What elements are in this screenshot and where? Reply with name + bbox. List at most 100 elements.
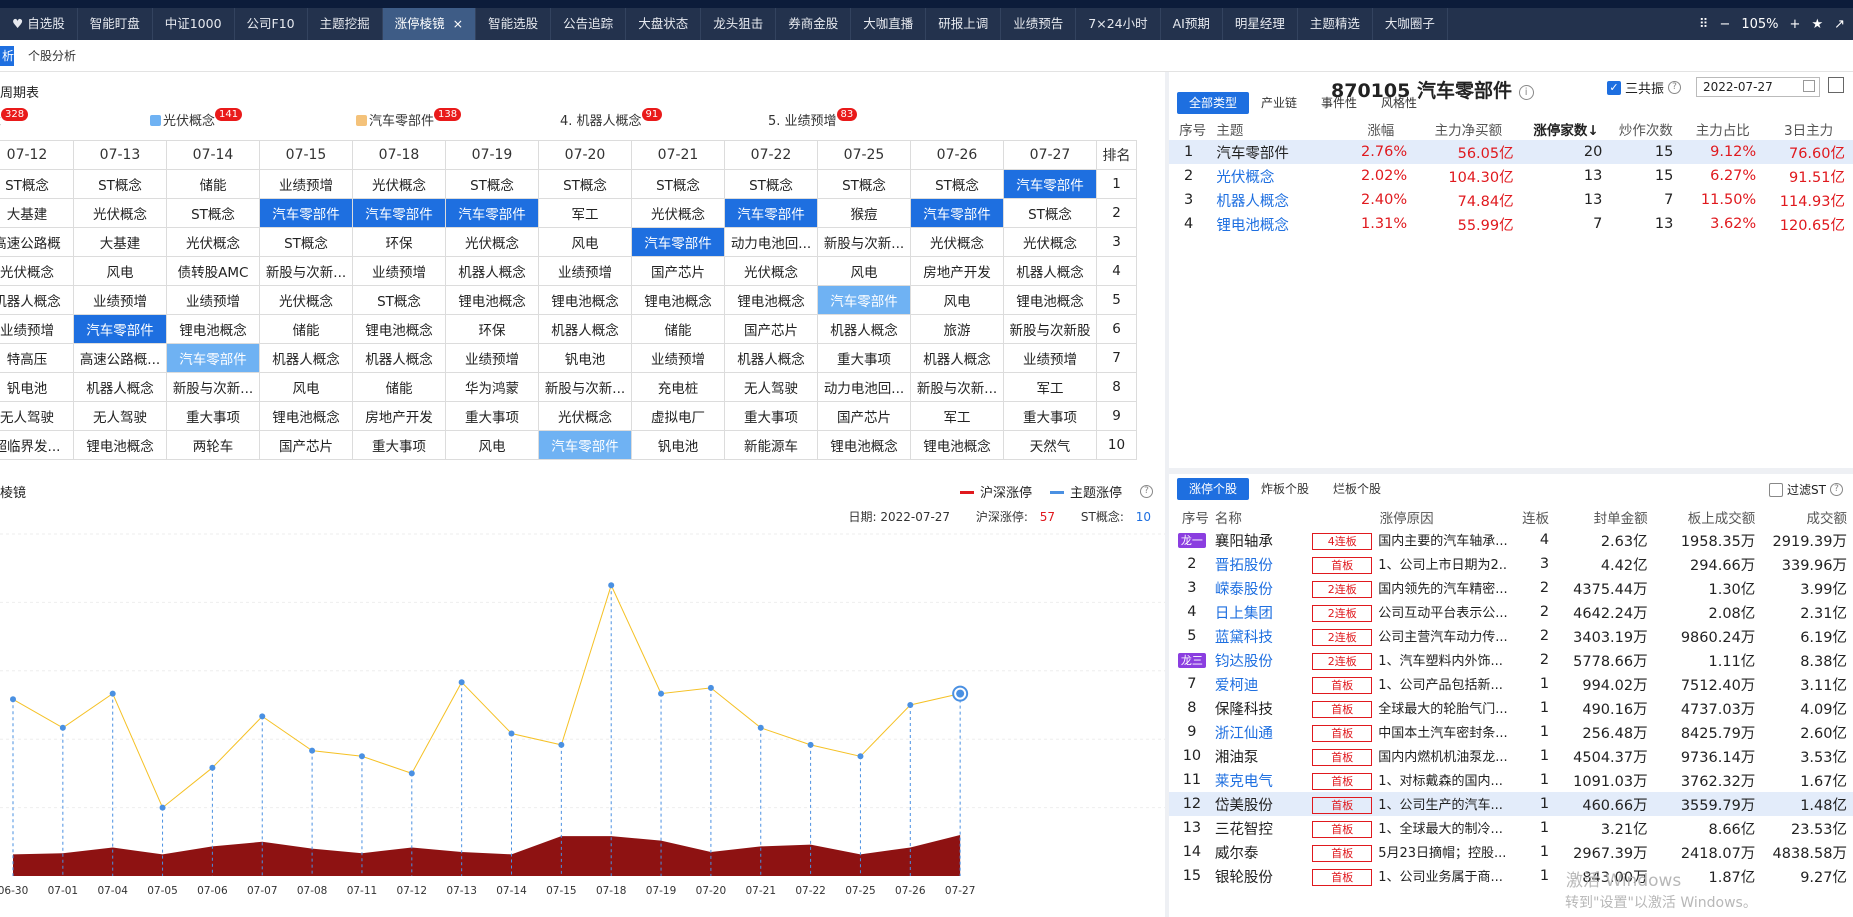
info-icon[interactable]: i bbox=[1518, 85, 1534, 100]
date-header[interactable]: 07-13 bbox=[73, 140, 167, 170]
stock-row[interactable]: 13 三花智控 首板 1、全球最大的制冷... 1 3.21亿 8.66亿 23.53亿 bbox=[1169, 816, 1853, 840]
rotation-cell[interactable]: 锂电池概念 bbox=[817, 430, 911, 460]
rotation-cell[interactable]: 天然气 bbox=[1003, 430, 1097, 460]
tab-14[interactable]: 7×24小时 bbox=[1076, 8, 1161, 40]
rotation-cell[interactable]: 动力电池回... bbox=[724, 227, 818, 257]
rotation-cell[interactable]: 锂电池概念 bbox=[166, 314, 260, 344]
calendar-icon[interactable] bbox=[1803, 80, 1815, 92]
data-point[interactable] bbox=[458, 679, 465, 686]
date-header[interactable]: 07-22 bbox=[724, 140, 818, 170]
rotation-cell[interactable]: 高速公路概 bbox=[0, 227, 74, 257]
rotation-cell[interactable]: 储能 bbox=[631, 314, 725, 344]
rotation-cell[interactable]: 无人驾驶 bbox=[73, 401, 167, 431]
column-header[interactable]: 封单金额 bbox=[1555, 506, 1654, 528]
star-icon[interactable]: ★ bbox=[1811, 17, 1823, 32]
tab-5[interactable]: 涨停棱镜 × bbox=[382, 8, 477, 40]
rotation-cell[interactable]: 机器人概念 bbox=[0, 285, 74, 315]
rotation-cell[interactable]: 无人驾驶 bbox=[0, 401, 74, 431]
rotation-cell[interactable]: 机器人概念 bbox=[1003, 256, 1097, 286]
rotation-cell[interactable]: 光伏概念 bbox=[631, 198, 725, 228]
rotation-cell[interactable]: 机器人概念 bbox=[724, 343, 818, 373]
rotation-cell[interactable]: 机器人概念 bbox=[445, 256, 539, 286]
rotation-cell[interactable]: 国产芯片 bbox=[724, 314, 818, 344]
rotation-cell[interactable]: 新能源车 bbox=[724, 430, 818, 460]
rotation-cell[interactable]: 锂电池概念 bbox=[538, 285, 632, 315]
more-icon[interactable]: ⠿ bbox=[1699, 17, 1709, 32]
column-header[interactable]: 涨停家数↓ bbox=[1522, 118, 1611, 140]
rotation-cell[interactable]: 业绩预增 bbox=[352, 256, 446, 286]
popout-icon[interactable] bbox=[1828, 77, 1844, 93]
rotation-cell[interactable]: 钒电池 bbox=[0, 372, 74, 402]
date-header[interactable]: 07-18 bbox=[352, 140, 446, 170]
rotation-cell[interactable]: 充电桩 bbox=[631, 372, 725, 402]
reason-text[interactable]: 中国本土汽车密封条... bbox=[1378, 726, 1507, 741]
theme-cell[interactable]: 机器人概念 bbox=[1216, 188, 1346, 212]
rotation-cell[interactable]: 机器人概念 bbox=[538, 314, 632, 344]
rotation-cell[interactable]: 风电 bbox=[817, 256, 911, 286]
stock-name[interactable]: 浙江仙通 bbox=[1215, 720, 1312, 744]
rotation-cell[interactable]: 两轮车 bbox=[166, 430, 260, 460]
rotation-cell[interactable]: 新股与次新... bbox=[259, 256, 353, 286]
subtab-analysis[interactable]: 析 bbox=[0, 46, 14, 66]
rotation-cell[interactable]: ST概念 bbox=[166, 198, 260, 228]
theme-row[interactable]: 2 光伏概念 2.02% 104.30亿 13 15 6.27% 91.51亿 bbox=[1169, 164, 1853, 188]
data-point[interactable] bbox=[857, 753, 864, 760]
rotation-cell[interactable]: 光伏概念 bbox=[724, 256, 818, 286]
stock-name[interactable]: 湘油泵 bbox=[1215, 744, 1312, 768]
tab-10[interactable]: 券商金股 bbox=[776, 8, 852, 40]
rotation-cell[interactable]: 汽车零部件 bbox=[538, 430, 632, 460]
rotation-cell[interactable]: 新股与次新股 bbox=[1003, 314, 1097, 344]
rotation-cell[interactable]: 光伏概念 bbox=[259, 285, 353, 315]
rotation-cell[interactable]: 汽车零部件 bbox=[259, 198, 353, 228]
rotation-cell[interactable]: 光伏概念 bbox=[538, 401, 632, 431]
rotation-cell[interactable]: 国产芯片 bbox=[259, 430, 353, 460]
theme-pill-0[interactable]: 念328 bbox=[0, 108, 29, 129]
stock-name[interactable]: 嵘泰股份 bbox=[1215, 576, 1312, 600]
column-header[interactable]: 序号 bbox=[1169, 506, 1215, 528]
column-header[interactable]: 序号 bbox=[1169, 118, 1216, 140]
stock-name[interactable]: 日上集团 bbox=[1215, 600, 1312, 624]
zoom-out-icon[interactable]: − bbox=[1719, 17, 1730, 32]
stock-name[interactable]: 莱克电气 bbox=[1215, 768, 1312, 792]
rotation-cell[interactable]: 动力电池回... bbox=[817, 372, 911, 402]
column-header[interactable]: 成交额 bbox=[1761, 506, 1853, 528]
stock-row[interactable]: 15 银轮股份 首板 1、公司业务属于商... 1 843.00万 1.87亿 9.27亿 bbox=[1169, 864, 1853, 888]
rotation-cell[interactable]: 重大事项 bbox=[724, 401, 818, 431]
rotation-cell[interactable]: 风电 bbox=[910, 285, 1004, 315]
tab-0[interactable]: ♥ 自选股 bbox=[0, 8, 78, 40]
reason-text[interactable]: 全球最大的轮胎气门... bbox=[1378, 702, 1507, 717]
rotation-cell[interactable]: 重大事项 bbox=[817, 343, 911, 373]
subtab-stock-analysis[interactable]: 个股分析 bbox=[28, 46, 76, 66]
close-icon[interactable]: × bbox=[453, 16, 463, 31]
tab-4[interactable]: 主题挖掘 bbox=[308, 8, 383, 40]
stock-row[interactable]: 11 莱克电气 首板 1、对标戴森的国内... 1 1091.03万 3762.32万 1.6… bbox=[1169, 768, 1853, 792]
date-header[interactable]: 07-25 bbox=[817, 140, 911, 170]
rotation-cell[interactable]: 军工 bbox=[538, 198, 632, 228]
column-header[interactable]: 连板 bbox=[1507, 506, 1555, 528]
tab-12[interactable]: 研报上调 bbox=[926, 8, 1002, 40]
rotation-cell[interactable]: 汽车零部件 bbox=[724, 198, 818, 228]
theme-cell[interactable]: 锂电池概念 bbox=[1216, 212, 1346, 236]
column-header[interactable]: 主题 bbox=[1216, 118, 1346, 140]
stock-name[interactable]: 晋拓股份 bbox=[1215, 552, 1312, 576]
rotation-cell[interactable]: 业绩预增 bbox=[445, 343, 539, 373]
reason-text[interactable]: 国内内燃机机油泵龙... bbox=[1378, 750, 1507, 765]
date-header[interactable]: 07-12 bbox=[0, 140, 74, 170]
rotation-cell[interactable]: 汽车零部件 bbox=[1003, 169, 1097, 199]
stock-row[interactable]: 龙三 钧达股份 2连板 1、汽车塑料内外饰... 2 5778.66万 1.11亿 8.38亿 bbox=[1169, 648, 1853, 672]
rotation-cell[interactable]: ST概念 bbox=[73, 169, 167, 199]
theme-pill-3[interactable]: 4. 机器人概念 91 bbox=[560, 108, 663, 129]
rotation-cell[interactable]: 超临界发... bbox=[0, 430, 74, 460]
rotation-cell[interactable]: ST概念 bbox=[910, 169, 1004, 199]
column-header[interactable]: 涨幅 bbox=[1347, 118, 1416, 140]
stock-row[interactable]: 龙一 襄阳轴承 4连板 国内主要的汽车轴承... 4 2.63亿 1958.35万 2919.… bbox=[1169, 528, 1853, 552]
rotation-cell[interactable]: 大基建 bbox=[73, 227, 167, 257]
reason-text[interactable]: 国内主要的汽车轴承... bbox=[1378, 534, 1507, 549]
rotation-cell[interactable]: 储能 bbox=[166, 169, 260, 199]
theme-tab-3[interactable]: 风格性 bbox=[1369, 92, 1429, 114]
data-point[interactable] bbox=[508, 730, 515, 737]
stock-row[interactable]: 5 蓝黛科技 2连板 公司主营汽车动力传... 2 3403.19万 9860.24万 6.1… bbox=[1169, 624, 1853, 648]
rotation-cell[interactable]: 房地产开发 bbox=[352, 401, 446, 431]
data-point[interactable] bbox=[608, 582, 615, 589]
stock-name[interactable]: 蓝黛科技 bbox=[1215, 624, 1312, 648]
